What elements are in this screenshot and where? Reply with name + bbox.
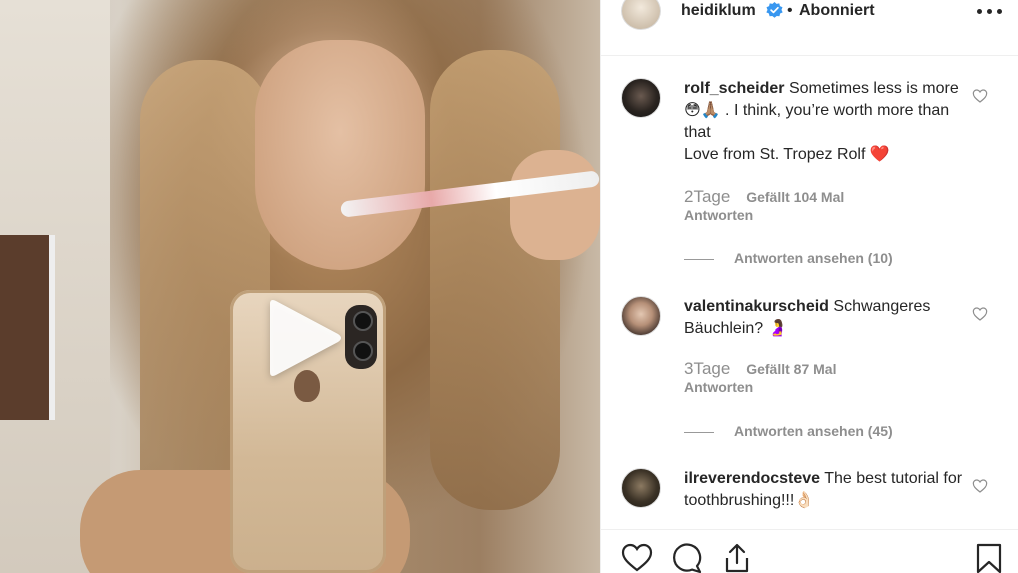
comment-icon	[673, 543, 702, 573]
more-options-icon[interactable]	[977, 0, 1003, 22]
play-button[interactable]	[264, 298, 344, 378]
post-action-bar	[601, 529, 1018, 573]
video-hair-right	[430, 50, 560, 510]
comment-likes[interactable]: Gefällt 104 Mal	[746, 189, 844, 205]
replies-divider-line	[684, 431, 714, 433]
reply-button[interactable]: Antworten	[684, 379, 836, 395]
comment-text: valentinakurscheid Schwangeres Bäuchlein…	[684, 296, 974, 340]
comment-text: ilreverendocsteve The best tutorial for …	[684, 468, 974, 512]
view-replies-label: Antworten ansehen (10)	[734, 250, 893, 266]
post-side-panel: heidiklum • Abonniert rolf_scheider Some…	[600, 0, 1018, 573]
video-hand	[510, 150, 600, 260]
comment-button[interactable]	[671, 542, 703, 573]
video-face	[255, 40, 425, 270]
heart-icon[interactable]	[972, 478, 988, 494]
comment-meta: 3Tage Gefällt 87 Mal Antworten	[684, 359, 836, 395]
heart-icon[interactable]	[972, 306, 988, 322]
view-replies-label: Antworten ansehen (45)	[734, 423, 893, 439]
post-header: heidiklum • Abonniert	[601, 0, 1018, 56]
view-replies-button[interactable]: Antworten ansehen (10)	[684, 250, 893, 266]
commenter-username[interactable]: rolf_scheider	[684, 80, 784, 97]
replies-divider-line	[684, 258, 714, 260]
comment-body-line2: Love from St. Tropez Rolf ❤️	[684, 146, 890, 163]
separator-dot: •	[787, 2, 793, 19]
commenter-username[interactable]: ilreverendocsteve	[684, 470, 820, 487]
comment-text: rolf_scheider Sometimes less is more 😳🙏🏽…	[684, 78, 974, 166]
share-button[interactable]	[721, 542, 753, 573]
like-button[interactable]	[621, 542, 653, 573]
heart-icon	[621, 543, 653, 572]
commenter-username[interactable]: valentinakurscheid	[684, 298, 829, 315]
commenter-avatar[interactable]	[621, 296, 661, 336]
view-replies-button[interactable]: Antworten ansehen (45)	[684, 423, 893, 439]
author-avatar[interactable]	[621, 0, 661, 30]
post-video[interactable]	[0, 0, 600, 573]
heart-icon[interactable]	[972, 88, 988, 104]
commenter-avatar[interactable]	[621, 78, 661, 118]
comment-time[interactable]: 2Tage	[684, 187, 730, 206]
author-username[interactable]: heidiklum	[681, 2, 756, 20]
bookmark-icon	[976, 543, 1002, 573]
share-icon	[725, 543, 749, 573]
video-phone-camera	[345, 305, 377, 369]
comment-likes[interactable]: Gefällt 87 Mal	[746, 361, 836, 377]
follow-status-button[interactable]: Abonniert	[799, 2, 875, 20]
verified-badge-icon	[766, 2, 783, 18]
comment-time[interactable]: 3Tage	[684, 359, 730, 378]
save-button[interactable]	[973, 542, 1005, 573]
commenter-avatar[interactable]	[621, 468, 661, 508]
play-icon	[270, 300, 341, 376]
reply-button[interactable]: Antworten	[684, 207, 844, 223]
comment-meta: 2Tage Gefällt 104 Mal Antworten	[684, 187, 844, 223]
background-picture-frame	[0, 235, 55, 420]
